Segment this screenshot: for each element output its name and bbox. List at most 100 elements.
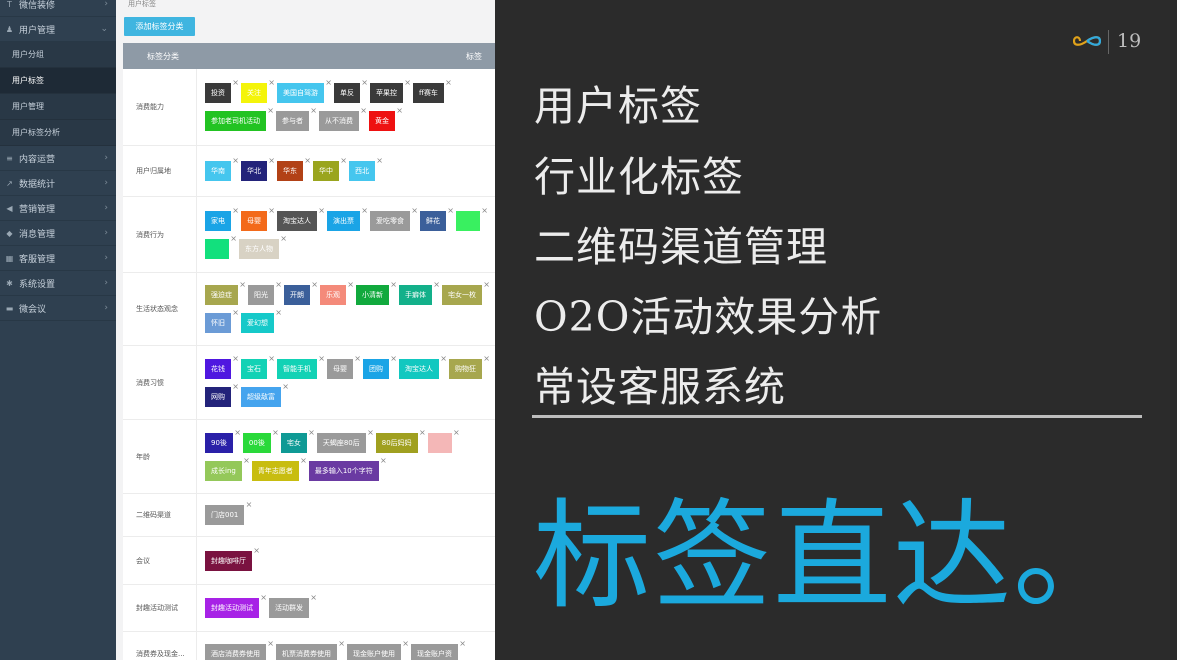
close-icon[interactable]: × [347, 281, 354, 289]
close-icon[interactable]: × [354, 354, 361, 363]
tag-chip[interactable]: 超级敌富 × [241, 382, 289, 407]
tag-chip[interactable]: 乐观 × [320, 281, 354, 305]
close-icon[interactable]: × [272, 428, 279, 437]
close-icon[interactable]: × [396, 107, 403, 115]
close-icon[interactable]: × [376, 157, 383, 165]
tag-chip[interactable]: 酒店消费券使用 × [205, 639, 274, 660]
close-icon[interactable]: × [232, 382, 239, 391]
close-icon[interactable]: × [481, 206, 488, 215]
close-icon[interactable]: × [361, 206, 368, 215]
sidebar-subitem[interactable]: 用户分组 [0, 42, 116, 68]
tag-chip[interactable]: 网购 × [205, 382, 239, 407]
tag-chip[interactable]: 单反 × [334, 79, 368, 103]
sidebar-item[interactable]: ✱ 系统设置 › [0, 271, 116, 296]
close-icon[interactable]: × [246, 501, 253, 509]
tag-chip[interactable]: × [427, 428, 460, 453]
tag-chip[interactable]: 现金账户使用 × [347, 639, 409, 660]
tag-chip[interactable]: 80后妈妈 × [375, 428, 426, 453]
tag-chip[interactable]: 西北 × [349, 157, 383, 181]
close-icon[interactable]: × [300, 456, 307, 465]
tag-chip[interactable]: 手癖体 × [399, 281, 440, 305]
tag-chip[interactable]: 爱吃零食 × [370, 206, 418, 231]
tag-chip[interactable]: 参加老司机活动 × [205, 107, 274, 131]
close-icon[interactable]: × [232, 79, 239, 87]
sidebar-item[interactable]: ▬ 微会议 › [0, 296, 116, 321]
tag-chip[interactable]: 宅女一枚 × [442, 281, 490, 305]
tag-chip[interactable]: × [205, 234, 237, 259]
tag-chip[interactable]: 宅女 × [280, 428, 315, 453]
tag-chip[interactable]: 淘宝达人 × [399, 354, 447, 379]
tag-chip[interactable]: 参与者 × [276, 107, 317, 131]
close-icon[interactable]: × [440, 354, 447, 363]
tag-chip[interactable]: 怀旧 × [205, 309, 239, 333]
close-icon[interactable]: × [433, 281, 440, 289]
tag-chip[interactable]: 机票消费券使用 × [276, 639, 345, 660]
close-icon[interactable]: × [390, 281, 397, 289]
tag-chip[interactable]: 爱幻想 × [241, 309, 282, 333]
tag-chip[interactable]: 强迫症 × [205, 281, 246, 305]
sidebar-item[interactable]: ▦ 客服管理 › [0, 246, 116, 271]
close-icon[interactable]: × [367, 428, 374, 437]
close-icon[interactable]: × [267, 639, 274, 648]
tag-chip[interactable]: 青年志愿者 × [251, 456, 307, 481]
close-icon[interactable]: × [390, 354, 397, 363]
tag-chip[interactable]: 鲜花 × [420, 206, 454, 231]
tag-chip[interactable]: 门店001 × [205, 501, 252, 525]
tag-chip[interactable]: 天蝎座80后 × [316, 428, 374, 453]
close-icon[interactable]: × [453, 428, 460, 437]
close-icon[interactable]: × [338, 639, 345, 648]
tag-chip[interactable]: 现金账户资 × [411, 639, 466, 660]
close-icon[interactable]: × [402, 639, 409, 648]
close-icon[interactable]: × [318, 206, 325, 215]
close-icon[interactable]: × [268, 354, 275, 363]
sidebar-subitem[interactable]: 用户标签分析 [0, 120, 116, 146]
close-icon[interactable]: × [275, 309, 282, 317]
tag-chip[interactable]: 开朗 × [284, 281, 318, 305]
tag-chip[interactable]: 家电 × [205, 206, 239, 231]
close-icon[interactable]: × [483, 354, 490, 363]
close-icon[interactable]: × [268, 157, 275, 165]
close-icon[interactable]: × [230, 234, 237, 243]
tag-chip[interactable]: 投资 × [205, 79, 239, 103]
tag-chip[interactable]: 小清新 × [356, 281, 397, 305]
tag-chip[interactable]: ff赛车 × [413, 79, 452, 103]
tag-chip[interactable]: 团购 × [363, 354, 397, 379]
tag-chip[interactable]: 智能手机 × [277, 354, 325, 379]
close-icon[interactable]: × [311, 281, 318, 289]
sidebar-item[interactable]: ◀ 营销管理 › [0, 196, 116, 221]
tag-chip[interactable]: 演出票 × [327, 206, 368, 231]
close-icon[interactable]: × [404, 79, 411, 87]
close-icon[interactable]: × [483, 281, 490, 289]
sidebar-item[interactable]: T 微信装修 › [0, 0, 116, 17]
close-icon[interactable]: × [239, 281, 246, 289]
sidebar-subitem[interactable]: 用户标签 [0, 68, 116, 94]
tag-chip[interactable]: 封趣咖啡厅 × [205, 546, 260, 571]
tag-chip[interactable]: 淘宝达人 × [277, 206, 325, 231]
sidebar-item[interactable]: ↗ 数据统计 › [0, 171, 116, 196]
close-icon[interactable]: × [318, 354, 325, 363]
tag-chip[interactable]: 黄金 × [369, 107, 403, 131]
tag-chip[interactable]: 美国自驾游 × [277, 79, 332, 103]
close-icon[interactable]: × [260, 594, 267, 602]
sidebar-item[interactable]: ♟ 用户管理 ⌄ [0, 17, 116, 42]
tag-chip[interactable]: 母婴 × [241, 206, 275, 231]
tag-chip[interactable]: 最多输入10个字符 × [308, 456, 387, 481]
close-icon[interactable]: × [361, 79, 368, 87]
close-icon[interactable]: × [445, 79, 452, 87]
sidebar-item[interactable]: ◆ 消息管理 › [0, 221, 116, 246]
close-icon[interactable]: × [232, 157, 239, 165]
close-icon[interactable]: × [275, 281, 282, 289]
tag-chip[interactable]: 华中 × [313, 157, 347, 181]
close-icon[interactable]: × [232, 206, 239, 215]
sidebar-item[interactable]: ≡ 内容运营 › [0, 146, 116, 171]
tag-chip[interactable]: 母婴 × [327, 354, 361, 379]
close-icon[interactable]: × [419, 428, 426, 437]
close-icon[interactable]: × [232, 354, 239, 363]
add-tag-category-button[interactable]: 添加标签分类 [124, 17, 195, 36]
close-icon[interactable]: × [360, 107, 367, 115]
close-icon[interactable]: × [243, 456, 250, 465]
close-icon[interactable]: × [304, 157, 311, 165]
close-icon[interactable]: × [282, 382, 289, 391]
close-icon[interactable]: × [340, 157, 347, 165]
close-icon[interactable]: × [325, 79, 332, 87]
